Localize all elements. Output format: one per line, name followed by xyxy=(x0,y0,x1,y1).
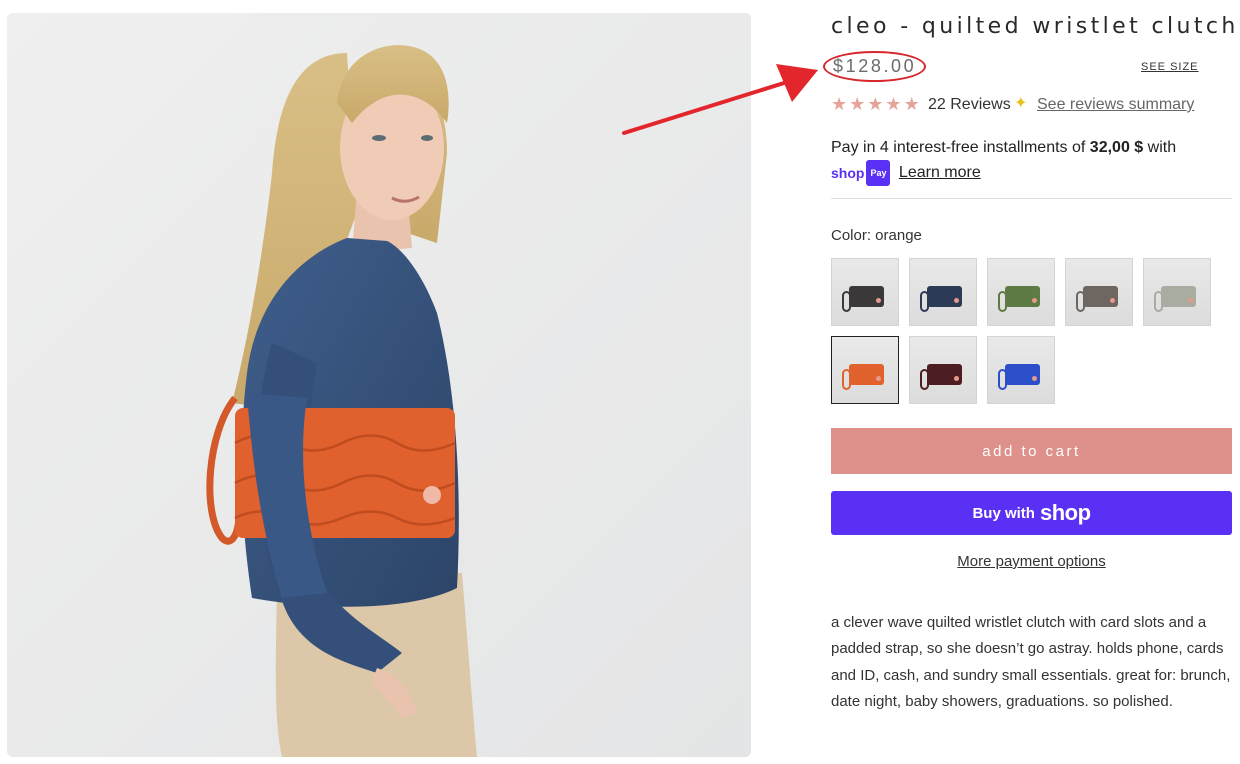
more-payment-options-link[interactable]: More payment options xyxy=(831,553,1232,570)
swatch-bag-thumbnail xyxy=(1005,364,1040,385)
swatch-logo-dot xyxy=(876,376,881,381)
star-icon: ★ xyxy=(849,94,866,114)
divider xyxy=(831,198,1232,199)
shop-pay-brand: shop xyxy=(831,165,865,181)
product-photo-illustration xyxy=(7,13,751,757)
color-swatch-navy[interactable] xyxy=(909,258,977,326)
color-swatch-olive-green[interactable] xyxy=(987,258,1055,326)
swatch-bag-thumbnail xyxy=(927,286,962,307)
color-label: Color: orange xyxy=(831,227,922,244)
color-swatch-orange[interactable] xyxy=(831,336,899,404)
reviews-count[interactable]: 22 Reviews xyxy=(928,96,1011,114)
shop-pay-logo: shop Pay xyxy=(831,160,891,186)
color-swatch-royal-blue[interactable] xyxy=(987,336,1055,404)
product-title: cleo - quilted wristlet clutch xyxy=(831,14,1239,39)
star-icon: ★ xyxy=(831,94,848,114)
color-swatch-taupe[interactable] xyxy=(1065,258,1133,326)
swatch-bag-thumbnail xyxy=(1083,286,1118,307)
color-swatch-sage-grey[interactable] xyxy=(1143,258,1211,326)
swatch-bag-thumbnail xyxy=(927,364,962,385)
swatch-bag-thumbnail xyxy=(849,364,884,385)
product-image[interactable] xyxy=(7,13,751,757)
star-icon: ★ xyxy=(885,94,902,114)
shop-pay-badge: Pay xyxy=(866,160,891,186)
learn-more-link[interactable]: Learn more xyxy=(899,164,981,181)
installments-prefix: Pay in 4 interest-free installments of xyxy=(831,139,1086,156)
swatch-bag-thumbnail xyxy=(1005,286,1040,307)
see-size-link[interactable]: SEE SIZE xyxy=(1141,61,1199,73)
swatch-logo-dot xyxy=(1032,298,1037,303)
reviews-summary-link[interactable]: See reviews summary xyxy=(1037,96,1194,114)
sparkle-icon: ✦ xyxy=(1014,95,1028,112)
installments-info: Pay in 4 interest-free installments of 3… xyxy=(831,136,1231,186)
price-highlight-circle xyxy=(823,51,926,82)
swatch-logo-dot xyxy=(876,298,881,303)
swatch-logo-dot xyxy=(1032,376,1037,381)
swatch-logo-dot xyxy=(954,376,959,381)
buy-with-shop-button[interactable]: Buy with shop xyxy=(831,491,1232,535)
color-swatches xyxy=(831,258,1240,404)
add-to-cart-button[interactable]: add to cart xyxy=(831,428,1232,474)
installments-suffix: with xyxy=(1147,139,1177,156)
product-description: a clever wave quilted wristlet clutch wi… xyxy=(831,614,1231,710)
shop-logo: shop xyxy=(1039,500,1091,525)
rating-stars[interactable]: ★ ★ ★ ★ ★ xyxy=(831,94,920,114)
swatch-logo-dot xyxy=(1188,298,1193,303)
installment-amount: 32,00 $ xyxy=(1089,139,1144,156)
star-icon: ★ xyxy=(867,94,884,114)
swatch-bag-thumbnail xyxy=(1161,286,1196,307)
swatch-bag-thumbnail xyxy=(849,286,884,307)
swatch-logo-dot xyxy=(1110,298,1115,303)
color-swatch-burgundy[interactable] xyxy=(909,336,977,404)
star-icon: ★ xyxy=(903,94,920,114)
buy-with-label: Buy with xyxy=(972,504,1035,522)
color-swatch-black[interactable] xyxy=(831,258,899,326)
swatch-logo-dot xyxy=(954,298,959,303)
